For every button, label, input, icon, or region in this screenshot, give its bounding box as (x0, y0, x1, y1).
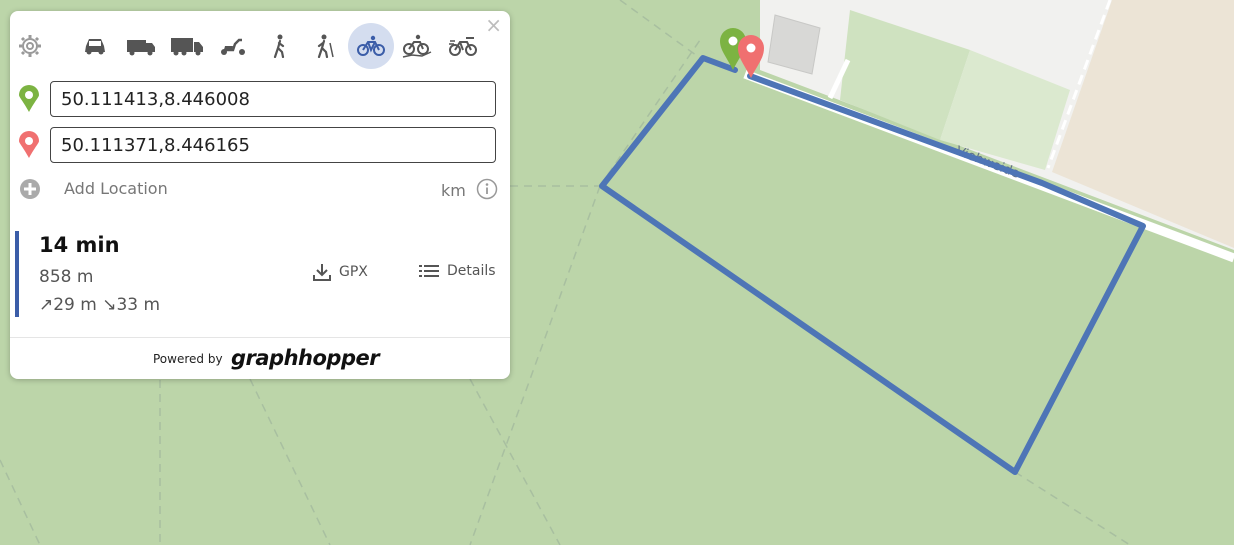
add-location-button[interactable]: Add Location (64, 179, 168, 198)
end-marker-icon (19, 131, 39, 158)
list-icon (419, 265, 439, 277)
profile-car[interactable] (72, 23, 118, 69)
start-location-input[interactable] (50, 81, 496, 117)
profile-small-truck[interactable] (118, 23, 164, 69)
route-selected-indicator (15, 231, 19, 317)
gear-icon[interactable] (18, 34, 42, 58)
profile-selector (72, 23, 486, 69)
route-time: 14 min (39, 233, 120, 257)
route-elevation: ↗29 m ↘33 m (39, 295, 161, 315)
route-distance: 858 m (39, 267, 94, 287)
profile-hike[interactable] (302, 23, 348, 69)
footer: Powered by graphhopper (10, 337, 510, 379)
profile-scooter[interactable] (210, 23, 256, 69)
route-summary[interactable]: 14 min 858 m ↗29 m ↘33 m GPX Details (15, 231, 505, 317)
profile-racingbike[interactable] (440, 23, 486, 69)
units-toggle[interactable]: km (441, 181, 466, 200)
end-location-input[interactable] (50, 127, 496, 163)
truck-icon (171, 38, 203, 56)
info-icon[interactable] (476, 178, 498, 200)
details-label: Details (447, 263, 496, 279)
download-icon (313, 264, 331, 281)
graphhopper-logo[interactable]: graphhopper (231, 346, 380, 370)
bike-icon (357, 35, 385, 56)
close-button[interactable]: × (485, 15, 502, 35)
racingbike-icon (449, 37, 477, 56)
profile-foot[interactable] (256, 23, 302, 69)
profile-bike[interactable] (348, 23, 394, 69)
add-circle-icon[interactable] (19, 178, 41, 200)
powered-by-label: Powered by (153, 352, 223, 366)
add-location-row: Add Location km (18, 176, 498, 202)
hike-icon (317, 34, 334, 58)
gpx-export-button[interactable]: GPX (313, 263, 368, 281)
mtb-icon (402, 34, 432, 58)
profile-truck[interactable] (164, 23, 210, 69)
end-location-row (18, 127, 498, 163)
scooter-icon (221, 38, 245, 55)
routing-panel: × 50.111413,8.446008 50.111371,8.446165 … (10, 11, 510, 379)
start-location-row (18, 81, 498, 117)
start-marker-icon (19, 85, 39, 112)
car-icon (85, 39, 105, 55)
details-button[interactable]: Details (419, 263, 496, 279)
walk-icon (273, 34, 285, 58)
profile-mtb[interactable] (394, 23, 440, 69)
gpx-label: GPX (339, 264, 368, 280)
van-icon (127, 40, 155, 56)
